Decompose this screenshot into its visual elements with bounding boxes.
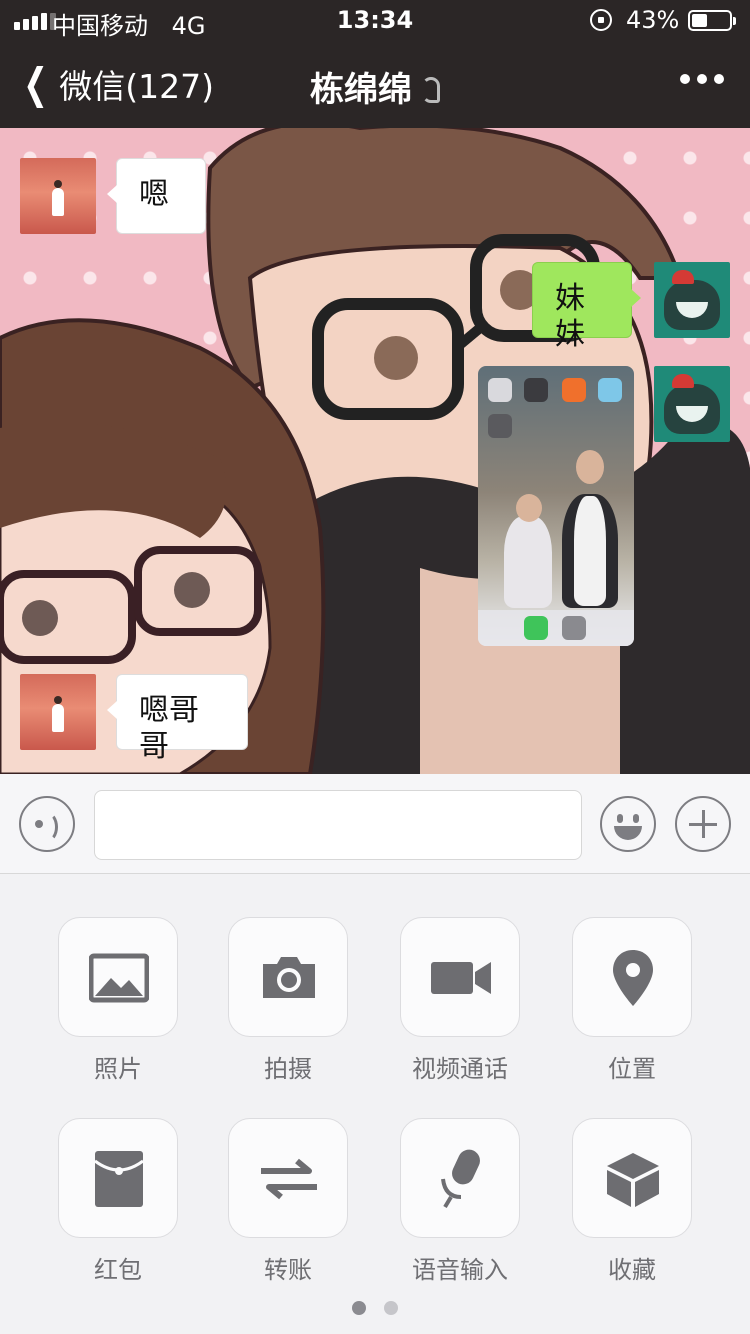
favorites-icon — [607, 1153, 659, 1207]
message-bubble[interactable]: 嗯 — [107, 158, 206, 234]
plus-icon[interactable] — [675, 796, 731, 852]
input-bar — [0, 774, 750, 874]
photo-button[interactable]: 照片 — [58, 917, 178, 1084]
red-packet-icon — [94, 1151, 144, 1207]
location-button[interactable]: 位置 — [572, 917, 692, 1084]
favorites-button[interactable]: 收藏 — [572, 1118, 692, 1285]
contact-avatar[interactable] — [20, 158, 96, 234]
page-indicator[interactable] — [0, 1301, 750, 1315]
chat-area[interactable]: 嗯 妹妹 嗯哥哥 — [0, 128, 750, 774]
top-bar: 中国移动 4G 13:34 43% ❮ 微信(127) 栋绵绵 — [0, 0, 750, 128]
function-label: 转账 — [264, 1256, 312, 1284]
emoji-icon[interactable] — [600, 796, 656, 852]
page-dot-active — [352, 1301, 366, 1315]
ear-icon — [422, 77, 440, 103]
contact-name: 栋绵绵 — [310, 70, 412, 110]
message-input[interactable] — [94, 790, 582, 860]
more-icon — [680, 74, 690, 84]
voice-icon[interactable] — [19, 796, 75, 852]
function-label: 位置 — [608, 1055, 656, 1083]
camera-button[interactable]: 拍摄 — [228, 917, 348, 1084]
contact-avatar[interactable] — [20, 674, 96, 750]
transfer-button[interactable]: 转账 — [228, 1118, 348, 1285]
more-button[interactable] — [680, 74, 724, 84]
page-dot — [384, 1301, 398, 1315]
nav-bar: ❮ 微信(127) 栋绵绵 — [0, 40, 750, 128]
my-avatar[interactable] — [654, 262, 730, 338]
function-label: 收藏 — [608, 1256, 656, 1284]
function-label: 视频通话 — [412, 1055, 508, 1083]
function-panel: 照片 拍摄 视频通话 位置 红包 转账 语音输入 收藏 — [0, 875, 750, 1334]
microphone-icon — [441, 1149, 480, 1209]
status-bar: 中国移动 4G 13:34 43% — [0, 0, 750, 40]
function-label: 拍摄 — [264, 1055, 312, 1083]
image-message[interactable] — [478, 366, 634, 646]
chat-background-illustration — [0, 128, 750, 774]
voice-input-button[interactable]: 语音输入 — [400, 1118, 520, 1285]
battery-icon — [688, 10, 736, 31]
my-avatar[interactable] — [654, 366, 730, 442]
message-bubble[interactable]: 妹妹 — [532, 262, 641, 352]
video-call-icon — [431, 962, 491, 994]
function-label: 红包 — [94, 1256, 142, 1284]
function-label: 照片 — [94, 1055, 142, 1083]
camera-icon — [263, 957, 315, 998]
video-call-button[interactable]: 视频通话 — [400, 917, 520, 1084]
location-icon — [613, 950, 653, 1006]
transfer-icon — [261, 1158, 317, 1200]
photo-icon — [89, 953, 149, 1003]
chat-title: 栋绵绵 — [0, 62, 750, 111]
red-packet-button[interactable]: 红包 — [58, 1118, 178, 1285]
battery-percent: 43% — [626, 6, 680, 34]
function-label: 语音输入 — [412, 1256, 508, 1284]
message-bubble[interactable]: 嗯哥哥 — [107, 674, 248, 764]
rotation-lock-icon — [590, 9, 612, 31]
